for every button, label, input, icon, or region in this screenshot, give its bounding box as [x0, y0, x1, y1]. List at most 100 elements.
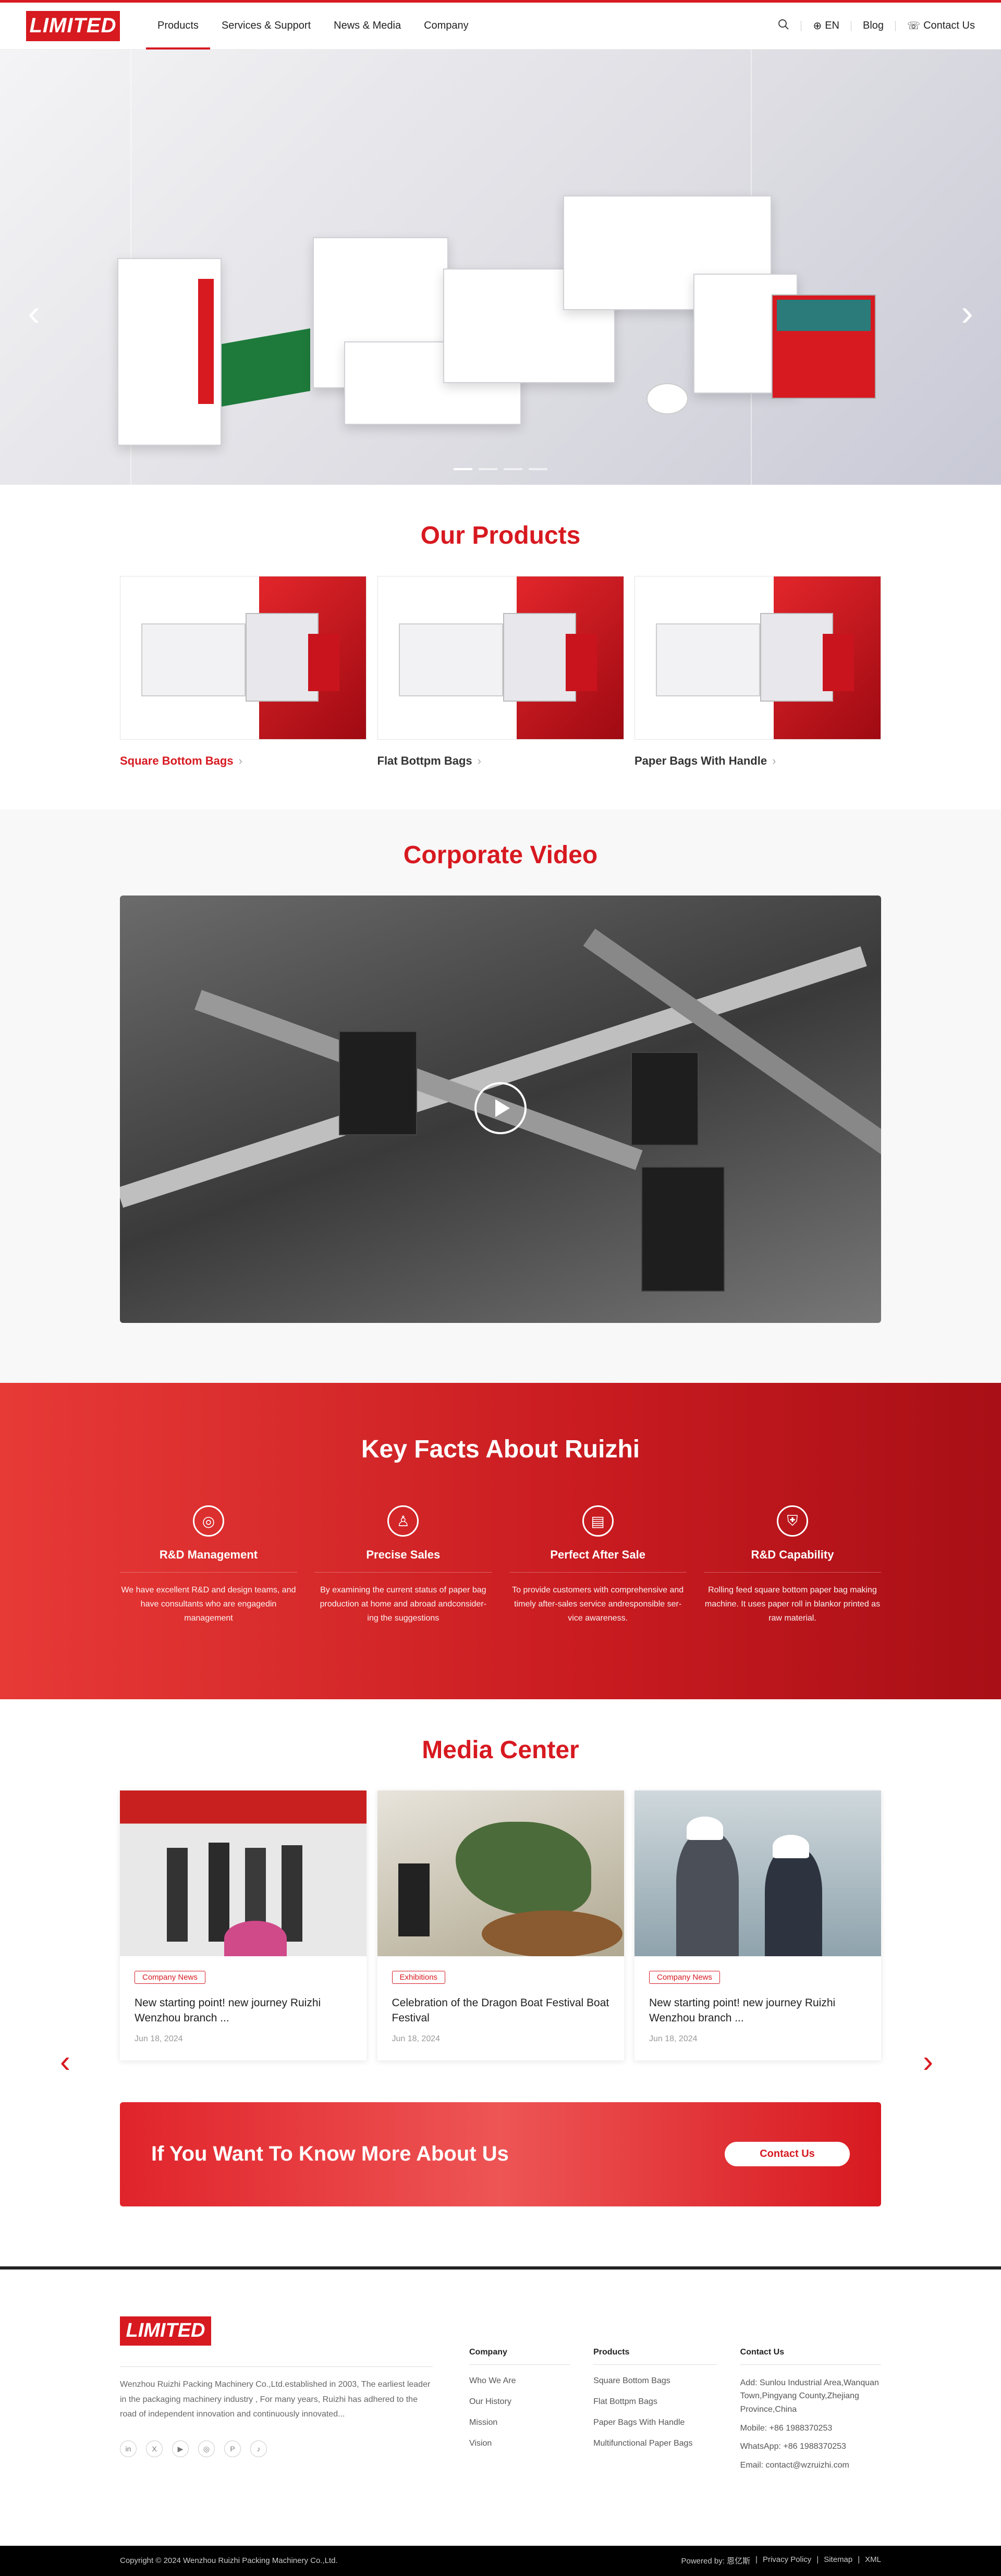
- x-icon[interactable]: X: [146, 2440, 163, 2458]
- video-title: Corporate Video: [403, 841, 598, 869]
- contact-us-link[interactable]: ☏ Contact Us: [907, 19, 975, 32]
- news-image: [634, 1790, 881, 1956]
- headset-icon: ☏: [907, 20, 921, 32]
- language-selector[interactable]: ⊕ EN: [813, 19, 839, 32]
- news-tag[interactable]: Exhibitions: [392, 1971, 446, 1984]
- divider: [120, 1572, 297, 1573]
- shield-icon: ⛨: [776, 1505, 808, 1537]
- privacy-policy-link[interactable]: Privacy Policy: [763, 2555, 811, 2566]
- legal-links: Powered by: 恩亿斯 | Privacy Policy | Sitemap…: [681, 2555, 882, 2566]
- fact-item: ◎ R&D Management We have excellent R&D a…: [120, 1505, 297, 1626]
- divider: [314, 1572, 492, 1573]
- linkedin-icon[interactable]: in: [120, 2440, 137, 2458]
- copyright-bar: Copyright © 2024 Wenzhou Ruizhi Packing …: [0, 2545, 1001, 2576]
- footer-column-title: Products: [593, 2348, 717, 2365]
- news-card[interactable]: Company News New starting point! new jou…: [634, 1790, 881, 2060]
- news-date: Jun 18, 2024: [649, 2034, 698, 2043]
- product-name: Square Bottom Bags ›: [120, 754, 242, 767]
- hero-pagination: [454, 468, 547, 470]
- facts-grid: ◎ R&D Management We have excellent R&D a…: [120, 1505, 881, 1626]
- contact-us-button[interactable]: Contact Us: [725, 2142, 850, 2167]
- person-icon: ♙: [387, 1505, 419, 1537]
- footer-link[interactable]: Vision: [469, 2439, 570, 2448]
- news-title: Celebration of the Dragon Boat Festival …: [392, 1997, 609, 2025]
- hero-prev-arrow[interactable]: ‹: [21, 292, 47, 333]
- video-section: Corporate Video: [0, 809, 1001, 1383]
- site-logo[interactable]: LIMITED: [26, 10, 120, 41]
- footer-link[interactable]: Who We Are: [469, 2376, 570, 2386]
- search-icon[interactable]: [778, 19, 789, 33]
- footer-link[interactable]: Paper Bags With Handle: [593, 2418, 717, 2427]
- product-name: Paper Bags With Handle ›: [634, 754, 776, 767]
- divider: [895, 20, 896, 31]
- news-card[interactable]: Company News New starting point! new jou…: [120, 1790, 367, 2060]
- chevron-right-icon: ›: [238, 754, 242, 767]
- product-card[interactable]: Flat Bottpm Bags ›: [377, 576, 624, 768]
- xml-link[interactable]: XML: [865, 2555, 881, 2566]
- footer-company-column: Company Who We Are Our History Mission V…: [469, 2316, 570, 2546]
- hero-dot[interactable]: [529, 468, 547, 470]
- footer-logo[interactable]: LIMITED: [120, 2316, 211, 2346]
- youtube-icon[interactable]: ▶: [172, 2440, 189, 2458]
- hero-next-arrow[interactable]: ›: [954, 292, 980, 333]
- product-image: [634, 576, 881, 740]
- contact-whatsapp: WhatsApp: +86 1988370253: [740, 2442, 846, 2451]
- media-prev-arrow[interactable]: ‹: [60, 2043, 70, 2079]
- news-title: New starting point! new journey Ruizhi W…: [135, 1997, 321, 2025]
- footer-link[interactable]: Our History: [469, 2397, 570, 2407]
- media-grid: Company News New starting point! new jou…: [120, 1790, 881, 2060]
- media-title: Media Center: [422, 1736, 579, 1764]
- blog-link[interactable]: Blog: [863, 20, 884, 32]
- nav-company[interactable]: Company: [412, 3, 480, 50]
- product-card[interactable]: Paper Bags With Handle ›: [634, 576, 881, 768]
- product-image: [120, 576, 367, 740]
- pinterest-icon[interactable]: P: [224, 2440, 241, 2458]
- language-label: EN: [825, 20, 840, 31]
- footer-link[interactable]: Flat Bottpm Bags: [593, 2397, 717, 2407]
- footer-link[interactable]: Mission: [469, 2418, 570, 2427]
- products-grid: Square Bottom Bags › Flat Bottpm Bags › Pa…: [120, 576, 881, 768]
- divider: [509, 1572, 687, 1573]
- news-tag[interactable]: Company News: [135, 1971, 205, 1984]
- divider: [703, 1572, 881, 1573]
- play-button[interactable]: [474, 1082, 527, 1134]
- nav-products[interactable]: Products: [146, 3, 210, 50]
- fact-title: R&D Management: [159, 1548, 258, 1561]
- sitemap-link[interactable]: Sitemap: [824, 2555, 852, 2566]
- instagram-icon[interactable]: ◎: [198, 2440, 215, 2458]
- hero-banner: ‹ ›: [0, 50, 1001, 485]
- company-description: Wenzhou Ruizhi Packing Machinery Co.,Ltd…: [120, 2379, 431, 2419]
- nav-news-media[interactable]: News & Media: [322, 3, 412, 50]
- fact-title: Precise Sales: [366, 1548, 441, 1561]
- powered-by[interactable]: Powered by: 恩亿斯: [681, 2555, 751, 2566]
- footer-products-column: Products Square Bottom Bags Flat Bottpm …: [593, 2316, 717, 2546]
- product-image: [377, 576, 624, 740]
- footer-column-title: Contact Us: [740, 2348, 881, 2365]
- fact-title: R&D Capability: [751, 1548, 834, 1561]
- chevron-right-icon: ›: [772, 754, 776, 767]
- products-title: Our Products: [420, 522, 581, 549]
- tiktok-icon[interactable]: ♪: [250, 2440, 267, 2458]
- news-image: [377, 1790, 624, 1956]
- copyright-text: Copyright © 2024 Wenzhou Ruizhi Packing …: [120, 2556, 338, 2566]
- hero-dot[interactable]: [454, 468, 472, 470]
- product-card[interactable]: Square Bottom Bags ›: [120, 576, 367, 768]
- globe-icon: ⊕: [813, 20, 822, 32]
- news-card[interactable]: Exhibitions Celebration of the Dragon Bo…: [377, 1790, 624, 2060]
- fact-item: ⛨ R&D Capability Rolling feed square bot…: [703, 1505, 881, 1626]
- key-facts-section: Key Facts About Ruizhi ◎ R&D Management …: [0, 1383, 1001, 1699]
- hero-dot[interactable]: [504, 468, 522, 470]
- facts-title: Key Facts About Ruizhi: [361, 1436, 640, 1463]
- nav-services-support[interactable]: Services & Support: [210, 3, 322, 50]
- fact-text: By examining the current status of paper…: [320, 1586, 486, 1623]
- contact-email[interactable]: Email: contact@wzruizhi.com: [740, 2459, 881, 2472]
- news-title: New starting point! new journey Ruizhi W…: [649, 1997, 836, 2025]
- video-player[interactable]: [120, 896, 881, 1323]
- footer-link[interactable]: Square Bottom Bags: [593, 2376, 717, 2386]
- media-next-arrow[interactable]: ›: [923, 2043, 933, 2079]
- footer-link[interactable]: Multifunctional Paper Bags: [593, 2439, 717, 2448]
- news-tag[interactable]: Company News: [649, 1971, 720, 1984]
- social-links: in X ▶ ◎ P ♪: [120, 2440, 433, 2458]
- document-icon: ▤: [582, 1505, 614, 1537]
- hero-dot[interactable]: [479, 468, 497, 470]
